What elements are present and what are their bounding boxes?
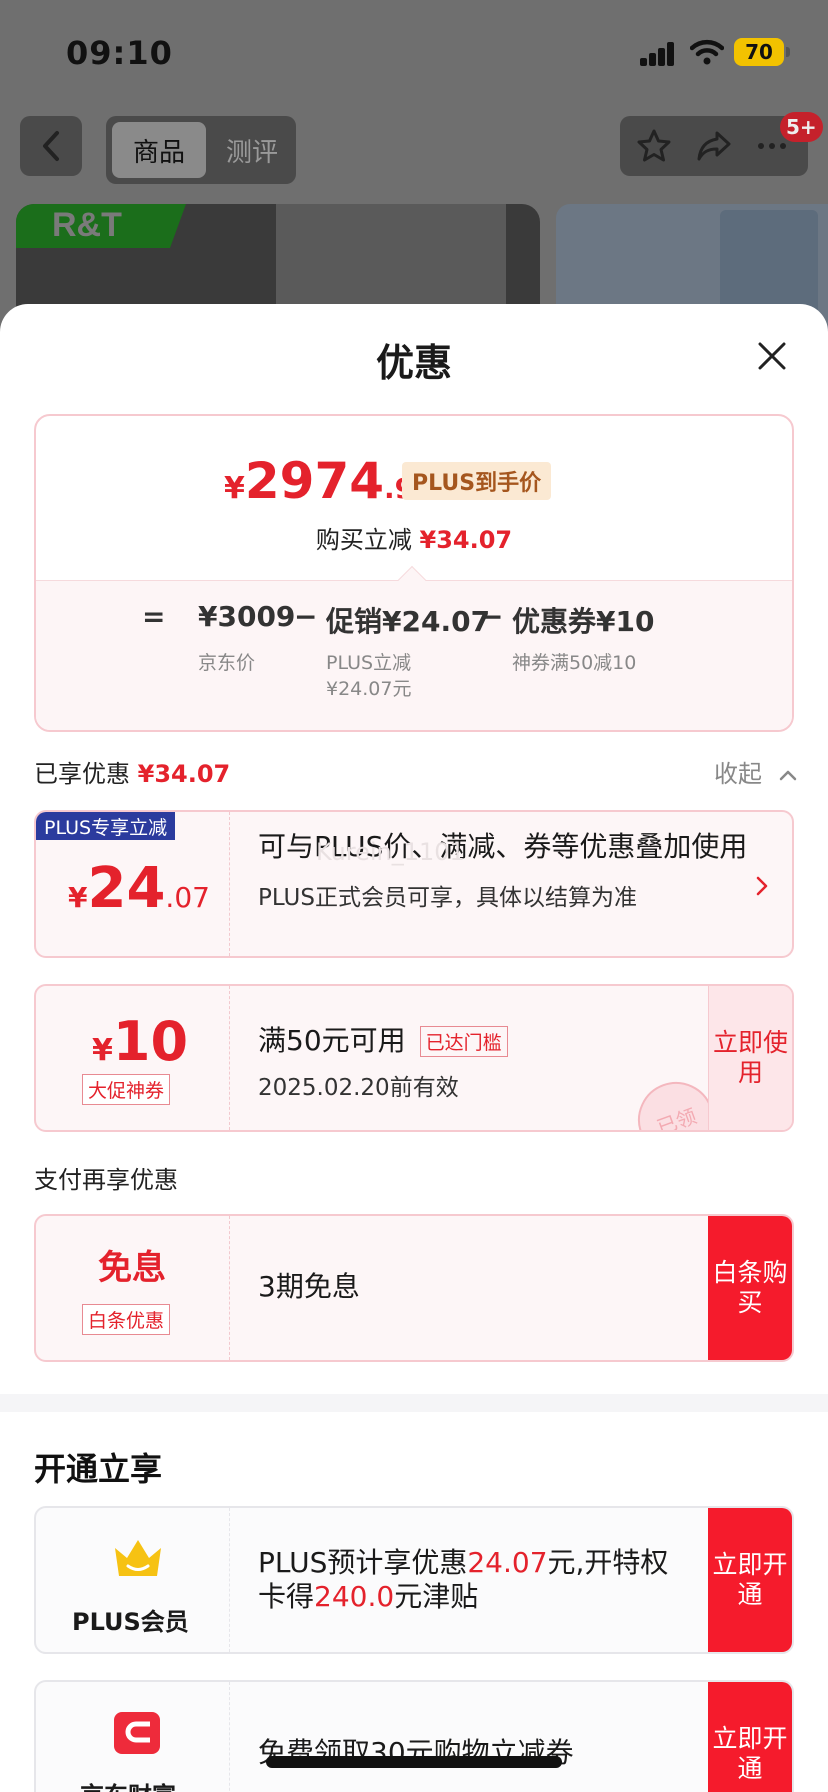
interest-free-label: 免息: [98, 1248, 166, 1288]
price-summary-card: ¥2974.93 PLUS到手价 购买立减 ¥34.07 = ¥3009 − 促…: [34, 414, 794, 732]
plus-offer-amount-panel: PLUS专享立减 ¥24.07: [36, 812, 230, 956]
coupon-threshold: 满50元可用: [258, 1024, 406, 1057]
close-icon[interactable]: [752, 336, 792, 376]
membership-amount-1: 24.07: [467, 1546, 548, 1579]
plus-membership-panel: PLUS会员: [36, 1508, 230, 1652]
baitiao-offer-tag: 白条优惠: [82, 1304, 171, 1335]
chevron-right-icon: [756, 876, 768, 896]
plus-offer-currency: ¥: [68, 881, 88, 914]
threshold-reached-tag: 已达门槛: [419, 1025, 508, 1057]
membership-text-suffix: 元津贴: [394, 1580, 479, 1613]
coupon-sub-label: 神券满50减10: [512, 652, 637, 674]
payment-offers-title: 支付再享优惠: [34, 1166, 178, 1194]
formula-promo: 促销¥24.07: [326, 605, 491, 638]
status-bar: 09:10 70: [0, 0, 828, 100]
jd-finance-panel: 京东财富: [36, 1682, 230, 1792]
jd-finance-card: 京东财富 免费领取30元购物立减券 立即开通: [34, 1680, 794, 1792]
formula-equals: =: [142, 600, 166, 633]
installment-content: 3期免息: [258, 1270, 360, 1304]
collapse-label: 收起: [714, 760, 762, 788]
home-indicator[interactable]: [266, 1756, 562, 1768]
plus-offer-amount: ¥24.07: [68, 856, 210, 921]
plus-offer-decimal: .07: [165, 881, 210, 914]
product-tabs: 商品 测评: [106, 116, 296, 184]
final-price-integer: 2974: [244, 452, 385, 510]
final-price-currency: ¥: [224, 471, 245, 506]
coupon-card: ¥10 大促神券 满50元可用 已达门槛 2025.02.20前有效 已领 立即…: [34, 984, 794, 1132]
use-now-button[interactable]: 立即使用: [708, 986, 792, 1130]
background-page: 09:10 70 商品 测评 5+ R&T: [0, 0, 828, 340]
coupon-amount: ¥10: [92, 1010, 188, 1073]
plus-membership-content: PLUS预计享优惠24.07元,开特权卡得240.0元津贴: [258, 1546, 688, 1614]
crown-icon: [115, 1540, 161, 1576]
coupon-currency: ¥: [92, 1033, 113, 1068]
plus-offer-subtitle: PLUS正式会员可享，具体以结算为准: [258, 885, 637, 911]
sheet-title: 优惠: [375, 341, 452, 385]
formula-minus-1: −: [294, 600, 318, 633]
coupon-amount-panel: ¥10 大促神券: [36, 986, 230, 1130]
plus-membership-card: PLUS会员 PLUS预计享优惠24.07元,开特权卡得240.0元津贴 立即开…: [34, 1506, 794, 1654]
enjoyed-label: 已享优惠: [34, 760, 130, 788]
chevron-up-icon: [779, 770, 796, 781]
plus-exclusive-flag: PLUS专享立减: [36, 812, 176, 840]
plus-offer-card[interactable]: PLUS专享立减 ¥24.07 可与PLUS价、满减、券等优惠叠加使用 PLUS…: [34, 810, 794, 958]
instant-reduction-label: 购买立减: [315, 526, 412, 554]
instant-reduction-amount: ¥34.07: [419, 526, 513, 554]
instant-reduction: 购买立减 ¥34.07: [36, 520, 792, 555]
share-icon[interactable]: [696, 128, 732, 164]
membership-amount-2: 240.0: [314, 1580, 395, 1613]
coupon-type-tag: 大促神券: [82, 1074, 171, 1105]
installment-text: 3期免息: [258, 1270, 360, 1303]
formula-minus-2: −: [480, 600, 504, 633]
coupon-content: 满50元可用 已达门槛 2025.02.20前有效: [258, 1024, 658, 1102]
chevron-left-icon: [43, 131, 59, 161]
open-finance-button[interactable]: 立即开通: [708, 1682, 792, 1792]
plus-member-label: PLUS会员: [72, 1608, 189, 1636]
cellular-signal-icon: [640, 42, 676, 66]
open-benefits-title: 开通立享: [34, 1450, 163, 1488]
status-time: 09:10: [66, 34, 173, 72]
open-plus-button[interactable]: 立即开通: [708, 1508, 792, 1652]
baitiao-buy-button[interactable]: 白条购买: [708, 1216, 792, 1360]
message-badge: 5+: [780, 112, 823, 142]
star-icon[interactable]: [636, 128, 672, 164]
plus-price-tag: PLUS到手价: [402, 462, 552, 500]
plus-offer-integer: 24: [87, 856, 166, 921]
section-divider: [0, 1394, 828, 1412]
brand-logo: R&T: [52, 206, 122, 244]
enjoyed-discount: 已享优惠 ¥34.07: [34, 754, 230, 789]
jd-finance-label: 京东财富: [80, 1776, 176, 1792]
promo-sub-label: PLUS立减 ¥24.07元: [326, 652, 412, 700]
coupon-validity: 2025.02.20前有效: [258, 1075, 459, 1101]
tab-product[interactable]: 商品: [112, 122, 206, 178]
formula-coupon: 优惠券¥10: [512, 605, 655, 638]
tab-review[interactable]: 测评: [214, 122, 290, 178]
wifi-icon: [690, 39, 724, 65]
installment-card: 免息 白条优惠 3期免息 白条购买: [34, 1214, 794, 1362]
installment-panel: 免息 白条优惠: [36, 1216, 230, 1360]
jd-price-label: 京东价: [198, 652, 256, 674]
enjoyed-amount: ¥34.07: [137, 760, 231, 788]
wallet-icon: [114, 1712, 160, 1754]
watermark-text: Kurein_1101: [316, 838, 465, 866]
coupon-value: 10: [112, 1010, 189, 1073]
battery-indicator: 70: [734, 38, 790, 66]
membership-text-prefix: PLUS预计享优惠: [258, 1546, 468, 1579]
back-button[interactable]: [20, 116, 82, 176]
formula-jd-price: ¥3009: [198, 600, 296, 633]
discount-sheet: 优惠 ¥2974.93 PLUS到手价 购买立减 ¥34.07 = ¥3009 …: [0, 304, 828, 1792]
collapse-button[interactable]: 收起: [714, 754, 798, 789]
